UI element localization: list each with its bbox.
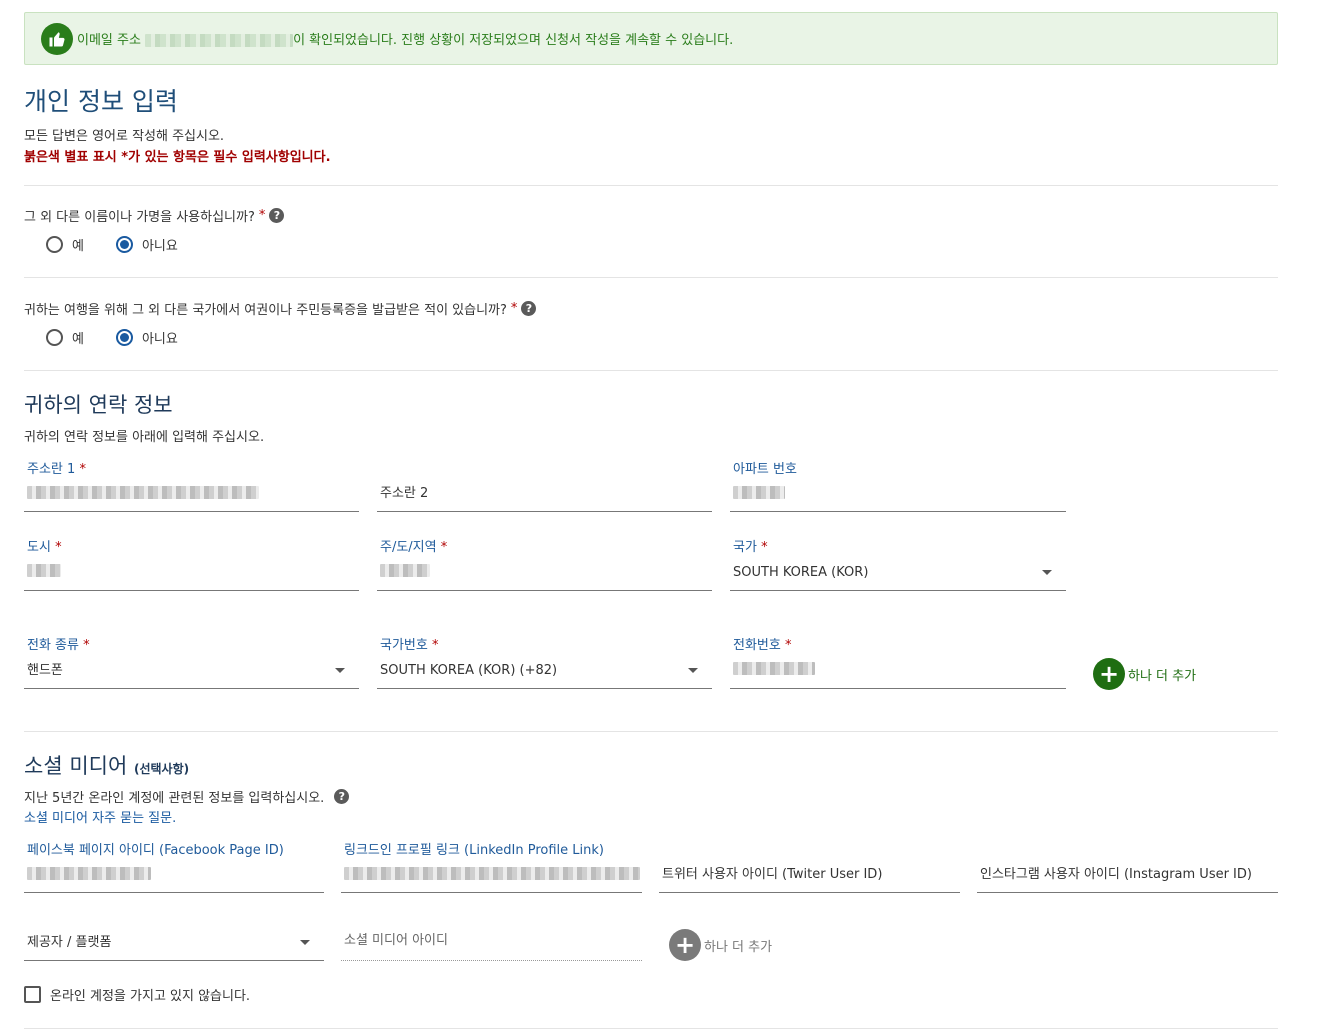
- chevron-down-icon: [688, 668, 698, 673]
- page-title: 개인 정보 입력: [24, 87, 178, 116]
- redacted-value: [27, 867, 151, 880]
- banner-message: 이메일 주소 이 확인되었습니다. 진행 상황이 저장되었으며 신청서 작성을 …: [77, 33, 734, 48]
- facebook-field[interactable]: 페이스북 페이지 아이디 (Facebook Page ID): [24, 839, 324, 893]
- add-social-button[interactable]: + 하나 더 추가: [669, 929, 772, 961]
- address2-field[interactable]: 주소란 2: [377, 458, 712, 512]
- help-icon[interactable]: ?: [334, 789, 350, 804]
- success-banner: 이메일 주소 이 확인되었습니다. 진행 상황이 저장되었으며 신청서 작성을 …: [24, 12, 1278, 65]
- divider: [24, 731, 1278, 732]
- passport-no-radio[interactable]: [115, 329, 133, 346]
- question-passport: 귀하는 여행을 위해 그 외 다른 국가에서 여권이나 주민등록증을 발급받은 …: [24, 299, 537, 318]
- redacted-value: [344, 867, 640, 880]
- instruction-text: 모든 답변은 영어로 작성해 주십시오.: [24, 129, 225, 144]
- thumbs-up-icon: [41, 22, 73, 55]
- other-names-yes-radio[interactable]: [46, 236, 63, 253]
- question-other-names: 그 외 다른 이름이나 가명을 사용하십니까? * ?: [24, 206, 285, 225]
- passport-radio-group: 예 아니요: [46, 328, 210, 347]
- help-icon[interactable]: ?: [521, 301, 537, 316]
- help-icon[interactable]: ?: [269, 208, 285, 223]
- social-faq-link[interactable]: 소셜 미디어 자주 묻는 질문.: [24, 807, 176, 826]
- city-field[interactable]: 도시 *: [24, 536, 359, 591]
- twitter-field[interactable]: 트위터 사용자 아이디 (Twiter User ID): [659, 839, 960, 893]
- apartment-field[interactable]: 아파트 번호: [730, 458, 1066, 512]
- redacted-value: [733, 662, 815, 675]
- no-account-checkbox[interactable]: [24, 986, 41, 1003]
- redacted-value: [380, 564, 430, 577]
- phone-type-select[interactable]: 전화 종류 * 핸드폰: [24, 634, 359, 689]
- chevron-down-icon: [300, 940, 310, 945]
- divider: [24, 277, 1278, 278]
- contact-section-title: 귀하의 연락 정보: [24, 393, 173, 417]
- country-code-select[interactable]: 국가번호 * SOUTH KOREA (KOR) (+82): [377, 634, 712, 689]
- social-section-title: 소셜 미디어 (선택사항): [24, 754, 190, 778]
- state-field[interactable]: 주/도/지역 *: [377, 536, 712, 591]
- redacted-email: [145, 34, 294, 47]
- linkedin-field[interactable]: 링크드인 프로필 링크 (LinkedIn Profile Link): [341, 839, 642, 893]
- other-names-no-radio[interactable]: [115, 236, 133, 253]
- redacted-value: [27, 486, 259, 499]
- chevron-down-icon: [335, 668, 345, 673]
- divider: [24, 370, 1278, 371]
- no-account-row: 온라인 계정을 가지고 있지 않습니다.: [24, 985, 250, 1004]
- chevron-down-icon: [1042, 570, 1052, 575]
- contact-instruction: 귀하의 연락 정보를 아래에 입력해 주십시오.: [24, 430, 265, 445]
- redacted-value: [27, 564, 61, 577]
- phone-number-field[interactable]: 전화번호 *: [730, 634, 1066, 689]
- social-id-field[interactable]: 소셜 미디어 아이디: [341, 918, 642, 961]
- plus-icon: +: [669, 929, 701, 961]
- address1-field[interactable]: 주소란 1 *: [24, 458, 359, 512]
- required-note: 붉은색 별표 표시 *가 있는 항목은 필수 입력사항입니다.: [24, 150, 331, 165]
- redacted-value: [733, 486, 785, 499]
- other-names-radio-group: 예 아니요: [46, 235, 210, 254]
- add-phone-button[interactable]: + 하나 더 추가: [1093, 658, 1196, 690]
- passport-yes-radio[interactable]: [46, 329, 63, 346]
- plus-icon: +: [1093, 658, 1125, 690]
- divider: [24, 185, 1278, 186]
- instagram-field[interactable]: 인스타그램 사용자 아이디 (Instagram User ID): [977, 839, 1278, 893]
- divider: [24, 1028, 1278, 1029]
- social-instruction: 지난 5년간 온라인 계정에 관련된 정보를 입력하십시오. ?: [24, 787, 350, 806]
- provider-select[interactable]: 제공자 / 플랫폼: [24, 918, 324, 961]
- country-select[interactable]: 국가 * SOUTH KOREA (KOR): [730, 536, 1066, 591]
